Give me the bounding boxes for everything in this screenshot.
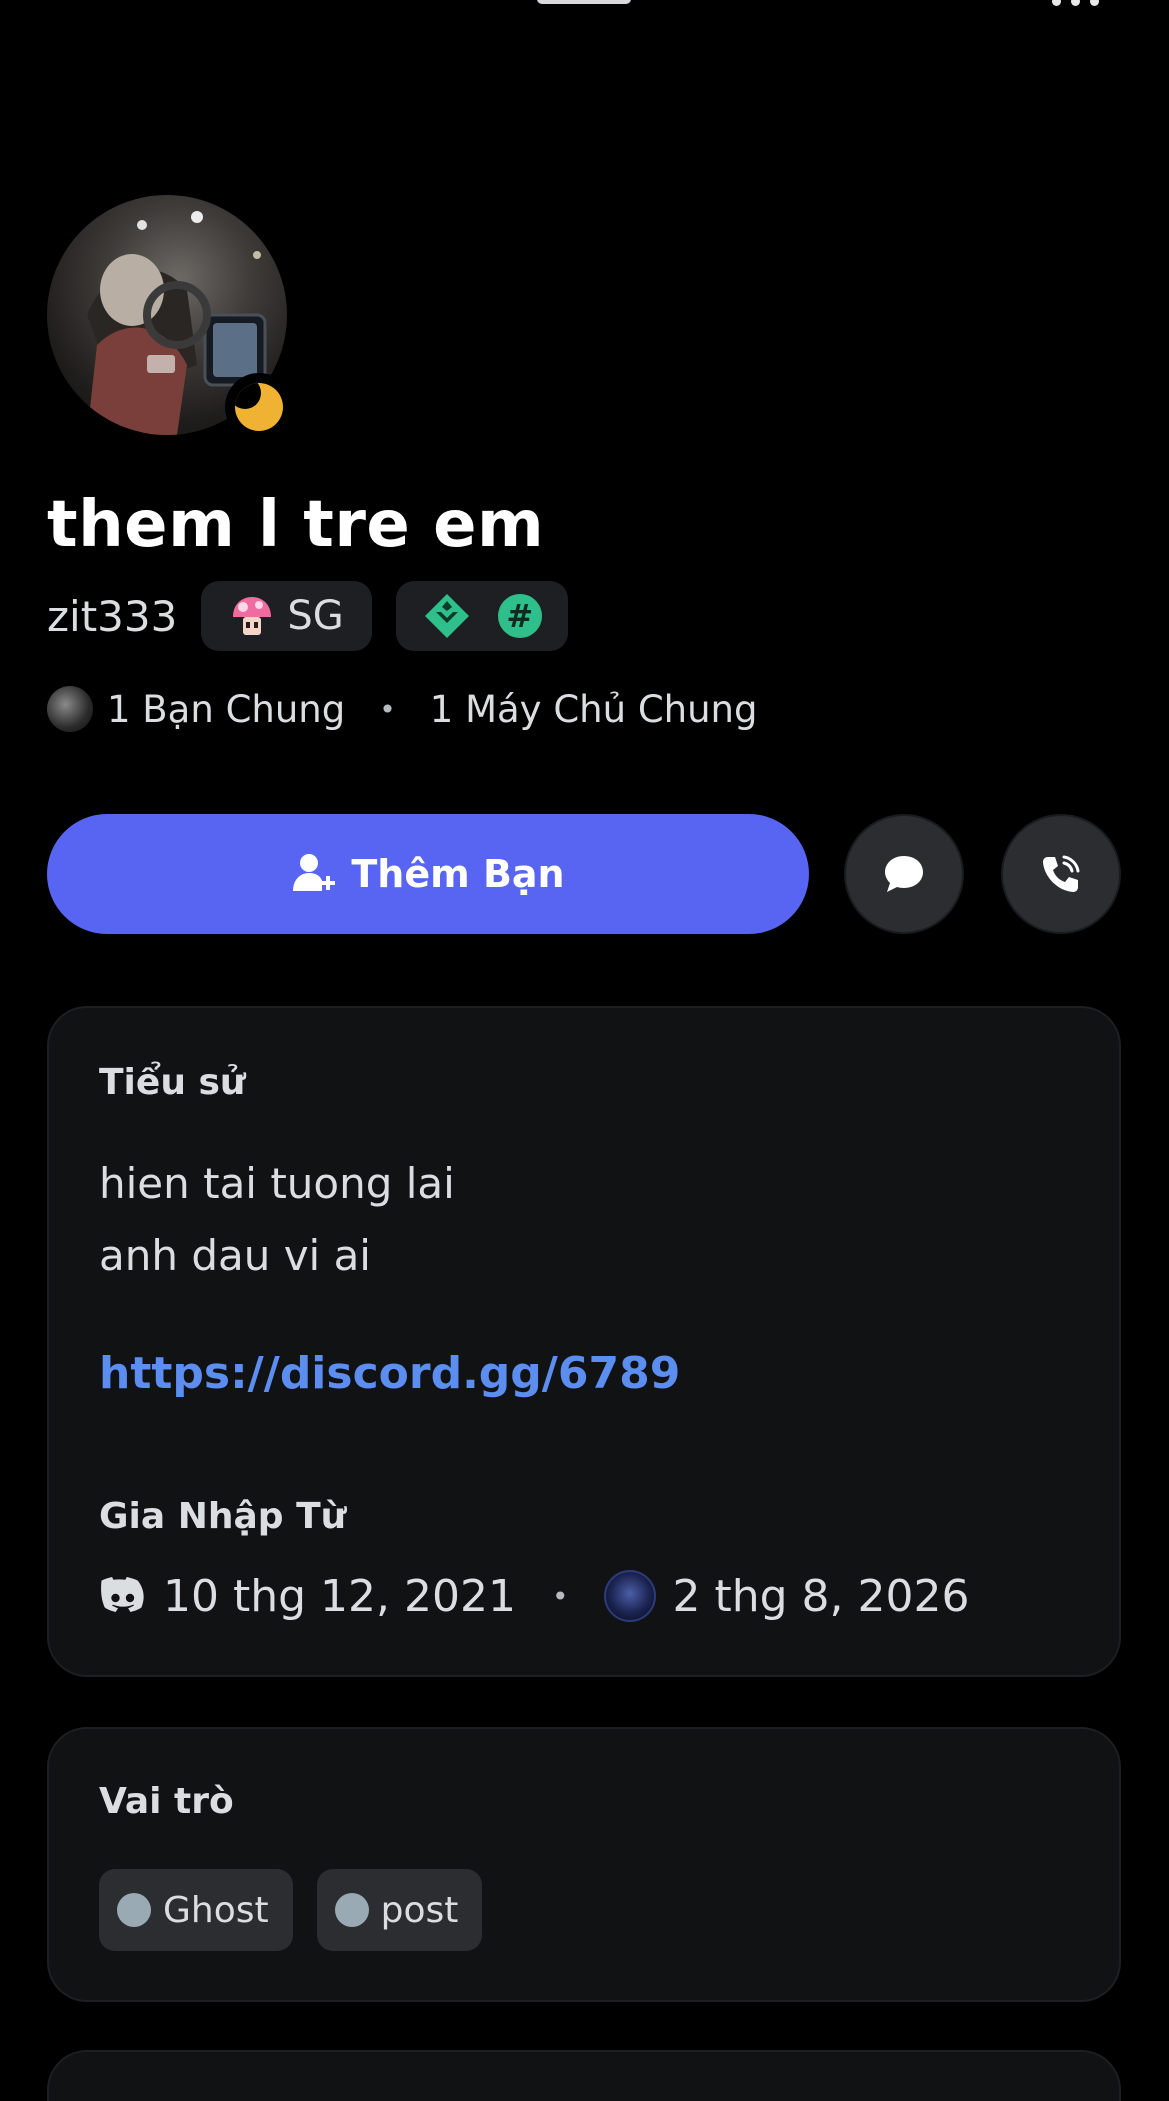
- roles-card: Vai trò Ghost post: [47, 1727, 1121, 2002]
- role-pill[interactable]: post: [316, 1869, 483, 1951]
- avatar-container[interactable]: [47, 195, 293, 441]
- phone-call-icon: [1043, 855, 1080, 892]
- bio-title: Tiểu sử: [99, 1062, 246, 1103]
- server-join-date: 2 thg 8, 2026: [672, 1570, 970, 1622]
- mutuals-row[interactable]: 1 Bạn Chung • 1 Máy Chủ Chung: [47, 686, 758, 732]
- separator-dot: •: [551, 1579, 569, 1613]
- bio-link[interactable]: https://discord.gg/6789: [99, 1348, 680, 1399]
- mutual-servers-label[interactable]: 1 Máy Chủ Chung: [430, 688, 758, 731]
- profile-sheet: them l tre em zit333 SG # 1 Bạn Chung • …: [0, 0, 1169, 2101]
- add-friend-label: Thêm Bạn: [351, 852, 565, 896]
- joined-title: Gia Nhập Từ: [99, 1496, 347, 1537]
- call-button[interactable]: [1001, 814, 1121, 934]
- username[interactable]: zit333: [47, 592, 177, 641]
- bio-line: hien tai tuong lai: [99, 1159, 455, 1208]
- discord-logo-icon: [101, 1577, 144, 1612]
- action-row: Thêm Bạn: [47, 814, 1121, 934]
- profile-badges[interactable]: #: [395, 581, 568, 651]
- message-button[interactable]: [844, 814, 964, 934]
- more-options-icon[interactable]: [1040, 0, 1110, 16]
- role-pill[interactable]: Ghost: [99, 1869, 293, 1951]
- mushroom-icon: [233, 597, 272, 635]
- hashtag-badge-icon[interactable]: #: [497, 594, 542, 638]
- role-name: Ghost: [163, 1889, 269, 1931]
- mutual-friends-label[interactable]: 1 Bạn Chung: [107, 688, 345, 731]
- bio-line: anh dau vi ai: [99, 1231, 371, 1280]
- drag-handle[interactable]: [537, 0, 631, 4]
- add-friend-button[interactable]: Thêm Bạn: [47, 814, 809, 934]
- display-name: them l tre em: [47, 488, 545, 562]
- separator-dot: •: [379, 692, 396, 726]
- server-icon: [604, 1570, 657, 1622]
- add-friend-icon: [293, 854, 336, 891]
- bio-text: hien tai tuong lai anh dau vi ai: [99, 1148, 455, 1292]
- idle-moon-icon: [235, 383, 283, 431]
- hypesquad-badge-icon[interactable]: [422, 591, 472, 641]
- next-section-card: [47, 2050, 1121, 2101]
- bio-card: Tiểu sử hien tai tuong lai anh dau vi ai…: [47, 1006, 1121, 1677]
- mutual-friend-avatar: [47, 686, 93, 732]
- discord-join-date: 10 thg 12, 2021: [163, 1570, 516, 1622]
- role-name: post: [380, 1889, 459, 1931]
- server-tag[interactable]: SG: [201, 581, 372, 651]
- server-tag-label: SG: [287, 593, 344, 639]
- role-color-dot: [334, 1893, 369, 1927]
- role-list: Ghost post: [99, 1869, 483, 1951]
- status-indicator: [225, 373, 293, 441]
- joined-row: 10 thg 12, 2021 • 2 thg 8, 2026: [99, 1570, 969, 1622]
- chat-bubble-icon: [885, 856, 923, 892]
- username-row: zit333 SG #: [47, 580, 568, 652]
- roles-title: Vai trò: [99, 1781, 234, 1822]
- role-color-dot: [117, 1893, 151, 1927]
